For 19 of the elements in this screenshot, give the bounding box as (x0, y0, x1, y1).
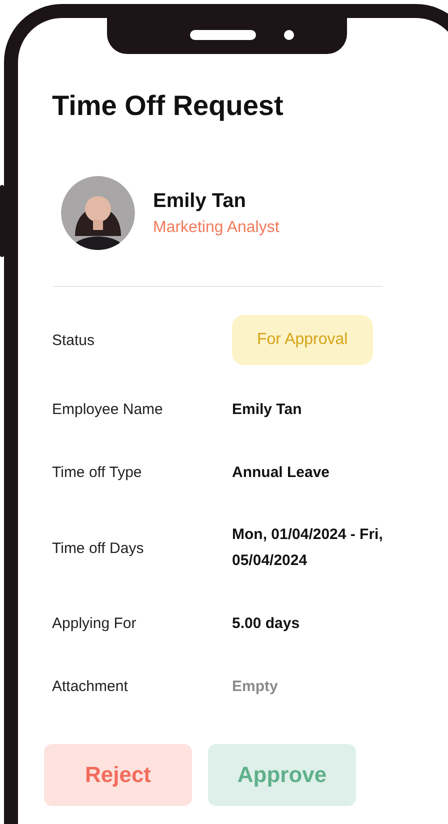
employee-role: Marketing Analyst (153, 218, 280, 236)
employee-name: Emily Tan (153, 190, 247, 212)
field-value: Mon, 01/04/2024 - Fri, 05/04/2024 (232, 525, 384, 571)
field-value: Annual Leave (232, 462, 331, 482)
status-badge: For Approval (232, 315, 373, 365)
camera-icon (284, 30, 294, 40)
reject-button[interactable]: Reject (44, 744, 192, 806)
field-label: Attachment (52, 678, 129, 695)
page-title: Time Off Request (52, 89, 284, 123)
speaker-icon (190, 30, 256, 40)
field-label: Time off Type (52, 464, 143, 481)
field-label: Employee Name (52, 401, 164, 418)
field-value: Emily Tan (232, 400, 303, 420)
field-label: Time off Days (52, 540, 145, 556)
field-value: 5.00 days (232, 614, 301, 634)
approve-button[interactable]: Approve (208, 744, 356, 806)
field-label: Status (52, 332, 96, 348)
field-value: Empty (232, 676, 279, 696)
field-label: Applying For (52, 615, 138, 632)
